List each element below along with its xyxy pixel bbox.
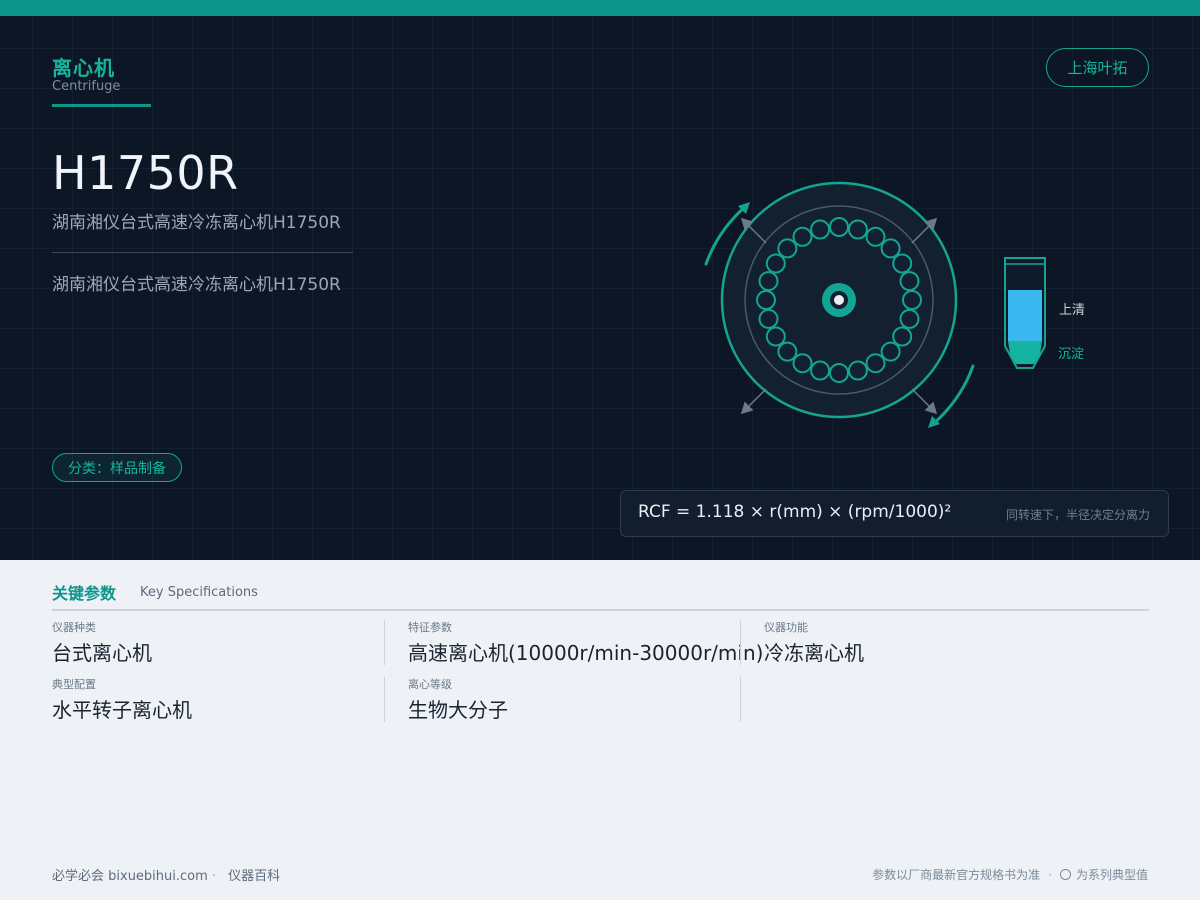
footer-site-link[interactable]: 必学必会 bixuebihui.com bbox=[52, 869, 208, 884]
spec-label: 仪器种类 bbox=[52, 621, 96, 634]
tube-slot bbox=[829, 217, 849, 237]
spec-value: 高速离心机(10000r/min-30000r/min) bbox=[408, 641, 764, 665]
tube-slot bbox=[899, 271, 920, 292]
tube-slot bbox=[777, 238, 798, 259]
tube-slot bbox=[880, 341, 901, 362]
tube-slot bbox=[765, 326, 786, 347]
footer-section-link[interactable]: 仪器百科 bbox=[228, 869, 280, 884]
centrifuge-illustration: 上清 沉淀 bbox=[704, 181, 1085, 428]
tube-slot bbox=[892, 326, 913, 347]
footer-left: 必学必会 bixuebihui.com · 仪器百科 bbox=[52, 865, 280, 884]
spec-instrument-type: 仪器种类 台式离心机 bbox=[52, 619, 152, 666]
spec-label: 特征参数 bbox=[408, 621, 452, 634]
tube-slot bbox=[829, 363, 849, 383]
spec-value: 冷冻离心机 bbox=[764, 641, 864, 665]
spec-label: 仪器功能 bbox=[764, 621, 808, 634]
spec-column-divider bbox=[740, 677, 741, 722]
tube-slot bbox=[758, 271, 779, 292]
spec-centrifuge-grade: 离心等级 生物大分子 bbox=[408, 676, 508, 723]
spec-column-divider bbox=[384, 677, 385, 722]
footer-legend: 为系列典型值 bbox=[1075, 868, 1148, 882]
supernatant-label: 上清 bbox=[1059, 303, 1085, 318]
tube-slot bbox=[892, 253, 913, 274]
spec-function: 仪器功能 冷冻离心机 bbox=[764, 619, 864, 666]
category-subtitle: Centrifuge bbox=[52, 79, 121, 94]
formula-note: 同转速下，半径决定分离力 bbox=[1005, 508, 1150, 522]
ring-icon bbox=[1059, 869, 1071, 880]
specs-title: 关键参数 bbox=[52, 584, 117, 603]
rcf-formula: RCF = 1.118 × r(mm) × (rpm/1000)² bbox=[638, 502, 952, 522]
hero-panel: 离心机 Centrifuge 上海叶拓 H1750R 湖南湘仪台式高速冷冻离心机… bbox=[0, 16, 1200, 560]
tube-slot bbox=[902, 290, 922, 310]
footer-separator: · bbox=[211, 869, 216, 884]
tube-slot bbox=[756, 290, 776, 310]
spec-column-divider bbox=[384, 620, 385, 665]
tube-slot bbox=[758, 308, 779, 329]
spec-typical-config: 典型配置 水平转子离心机 bbox=[52, 676, 192, 723]
product-subtitle: 湖南湘仪台式高速冷冻离心机H1750R bbox=[52, 213, 341, 233]
specs-subtitle: Key Specifications bbox=[140, 585, 258, 600]
spec-column-divider bbox=[740, 620, 741, 665]
tube-slot bbox=[777, 341, 798, 362]
tube-slot bbox=[865, 226, 886, 247]
spec-feature-param: 特征参数 高速离心机(10000r/min-30000r/min) bbox=[408, 619, 763, 666]
tube-slot bbox=[880, 238, 901, 259]
tube-slot bbox=[847, 360, 868, 381]
test-tube-icon bbox=[1004, 257, 1046, 369]
tube-slot bbox=[810, 360, 831, 381]
footer-right: 参数以厂商最新官方规格书为准 · 为系列典型值 bbox=[872, 866, 1148, 883]
tube-slot bbox=[899, 308, 920, 329]
model-name: H1750R bbox=[52, 146, 239, 200]
specs-divider bbox=[52, 609, 1149, 611]
footer-separator: · bbox=[1048, 867, 1052, 882]
spec-value: 水平转子离心机 bbox=[52, 698, 192, 722]
tube-slot bbox=[865, 353, 886, 374]
formula-panel: RCF = 1.118 × r(mm) × (rpm/1000)² 同转速下，半… bbox=[620, 490, 1169, 537]
spec-value: 台式离心机 bbox=[52, 641, 152, 665]
spec-label: 离心等级 bbox=[408, 678, 452, 691]
tube-slot bbox=[765, 253, 786, 274]
sediment-label: 沉淀 bbox=[1058, 347, 1084, 362]
tube-slot bbox=[792, 353, 813, 374]
tube-slot bbox=[810, 219, 831, 240]
brand-badge[interactable]: 上海叶拓 bbox=[1046, 48, 1149, 87]
tube-slot bbox=[847, 219, 868, 240]
category-tag[interactable]: 分类：样品制备 bbox=[52, 453, 182, 482]
footer-disclaimer: 参数以厂商最新官方规格书为准 bbox=[872, 868, 1041, 882]
spec-label: 典型配置 bbox=[52, 678, 96, 691]
category-underline bbox=[52, 104, 151, 107]
tube-slot bbox=[792, 226, 813, 247]
rotor-icon bbox=[720, 181, 958, 419]
category-title: 离心机 bbox=[52, 56, 115, 80]
top-accent-bar bbox=[0, 0, 1200, 16]
spec-value: 生物大分子 bbox=[408, 698, 508, 722]
hero-divider bbox=[52, 252, 353, 253]
product-description: 湖南湘仪台式高速冷冻离心机H1750R bbox=[52, 275, 341, 295]
